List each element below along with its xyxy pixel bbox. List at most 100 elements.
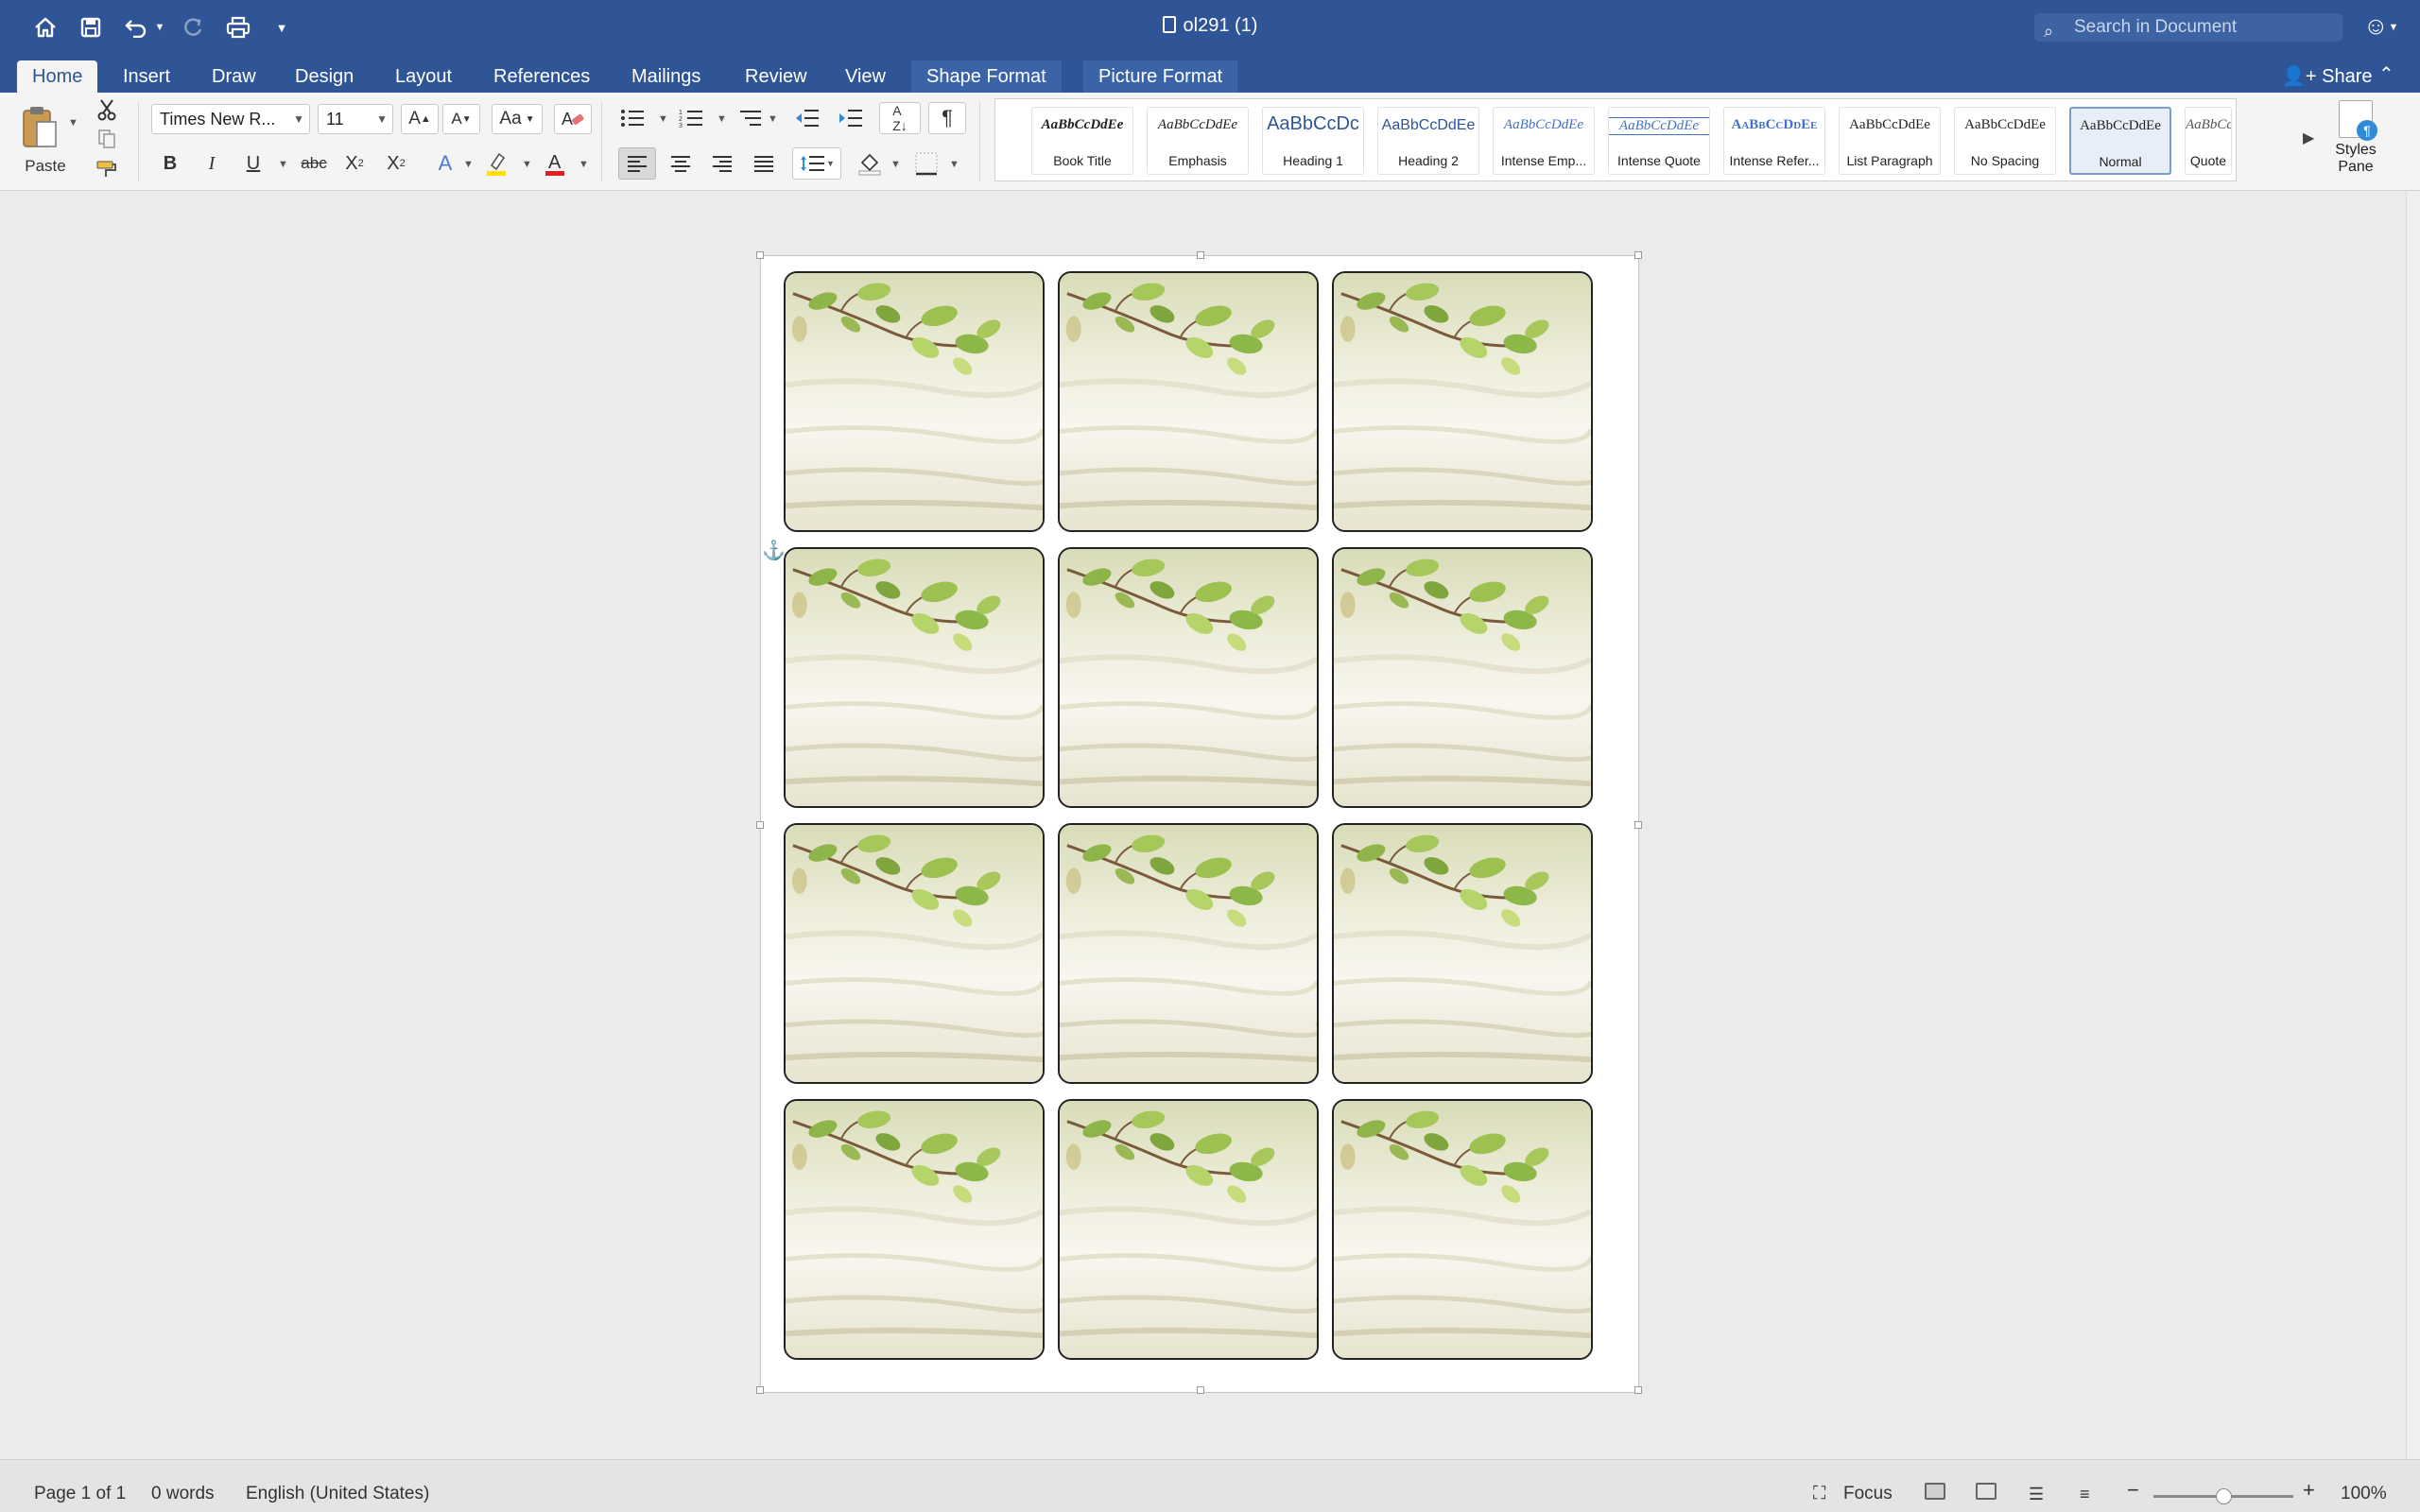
shading-dropdown-icon[interactable]: ▼: [890, 159, 901, 170]
word-count[interactable]: 0 words: [151, 1485, 215, 1503]
resize-handle[interactable]: [756, 251, 764, 259]
focus-label[interactable]: Focus: [1843, 1485, 1893, 1503]
label-cell[interactable]: [1332, 1099, 1593, 1360]
style-no-spacing[interactable]: AaBbCcDdEe No Spacing: [1954, 107, 2056, 175]
style-heading-1[interactable]: AaBbCcDc Heading 1: [1262, 107, 1364, 175]
underline-dropdown-icon[interactable]: ▼: [278, 159, 288, 170]
style-intense-reference[interactable]: AaBbCcDdEe Intense Refer...: [1723, 107, 1825, 175]
change-case-icon[interactable]: Aa ▼: [492, 104, 543, 134]
zoom-slider-thumb[interactable]: [2216, 1488, 2232, 1504]
style-normal[interactable]: AaBbCcDdEe Normal: [2069, 107, 2171, 175]
document-page[interactable]: [756, 251, 1642, 1394]
resize-handle[interactable]: [1634, 251, 1642, 259]
label-cell[interactable]: [1058, 547, 1319, 808]
tab-insert[interactable]: Insert: [108, 60, 185, 93]
tab-layout[interactable]: Layout: [380, 60, 467, 93]
numbering-dropdown-icon[interactable]: ▼: [717, 113, 727, 125]
search-input[interactable]: ⌕ Search in Document: [2034, 13, 2342, 42]
strikethrough-button[interactable]: abc: [295, 147, 333, 180]
text-effects-dropdown-icon[interactable]: ▼: [463, 159, 474, 170]
bold-button[interactable]: B: [155, 147, 185, 180]
highlight-icon[interactable]: [480, 147, 512, 180]
paste-icon[interactable]: [17, 100, 60, 153]
superscript-button[interactable]: X2: [380, 147, 412, 180]
tab-review[interactable]: Review: [730, 60, 822, 93]
resize-handle[interactable]: [1634, 1386, 1642, 1394]
underline-button[interactable]: U: [238, 147, 268, 180]
style-intense-emphasis[interactable]: AaBbCcDdEe Intense Emp...: [1493, 107, 1595, 175]
tab-mailings[interactable]: Mailings: [616, 60, 716, 93]
label-cell[interactable]: [784, 271, 1045, 532]
line-spacing-icon[interactable]: ▼: [792, 147, 841, 180]
label-cell[interactable]: [784, 823, 1045, 1084]
styles-pane-button[interactable]: ¶ Styles Pane: [2327, 100, 2384, 176]
clear-formatting-icon[interactable]: A: [554, 104, 592, 134]
borders-icon[interactable]: [909, 147, 943, 180]
copy-icon[interactable]: [93, 127, 121, 151]
italic-button[interactable]: I: [197, 147, 227, 180]
align-left-button[interactable]: [618, 147, 656, 180]
paste-dropdown-icon[interactable]: ▼: [68, 117, 78, 129]
zoom-out-icon[interactable]: −: [2127, 1480, 2139, 1501]
font-color-dropdown-icon[interactable]: ▼: [579, 159, 589, 170]
web-layout-icon[interactable]: [1976, 1483, 1996, 1500]
collapse-ribbon-icon[interactable]: ⌃: [2378, 62, 2394, 86]
gallery-next-icon[interactable]: ▶: [2303, 129, 2314, 147]
page-count[interactable]: Page 1 of 1: [34, 1485, 126, 1503]
subscript-button[interactable]: X2: [338, 147, 371, 180]
font-name-dropdown[interactable]: Times New R... ▼: [151, 104, 310, 134]
label-cell[interactable]: [784, 547, 1045, 808]
shading-icon[interactable]: [853, 147, 887, 180]
zoom-slider[interactable]: [2153, 1488, 2293, 1504]
style-quote[interactable]: AaBbCcDdEe Quote: [2185, 107, 2232, 175]
style-list-paragraph[interactable]: AaBbCcDdEe List Paragraph: [1839, 107, 1941, 175]
label-cell[interactable]: [1332, 823, 1593, 1084]
resize-handle[interactable]: [1197, 251, 1204, 259]
highlight-dropdown-icon[interactable]: ▼: [522, 159, 532, 170]
label-cell[interactable]: [1058, 823, 1319, 1084]
style-intense-quote[interactable]: AaBbCcDdEe Intense Quote: [1608, 107, 1710, 175]
vertical-scrollbar[interactable]: [2406, 191, 2420, 1459]
tab-shape-format[interactable]: Shape Format: [911, 60, 1062, 93]
resize-handle[interactable]: [1197, 1386, 1204, 1394]
shrink-font-icon[interactable]: A ▼: [442, 104, 480, 134]
format-painter-icon[interactable]: [93, 157, 121, 181]
align-right-button[interactable]: [703, 147, 741, 180]
tab-home[interactable]: Home: [17, 60, 98, 93]
text-effects-icon[interactable]: A: [429, 147, 461, 180]
label-cell[interactable]: [1058, 271, 1319, 532]
bullets-dropdown-icon[interactable]: ▼: [658, 113, 668, 125]
resize-handle[interactable]: [756, 1386, 764, 1394]
tab-picture-format[interactable]: Picture Format: [1083, 60, 1238, 93]
tab-design[interactable]: Design: [280, 60, 369, 93]
resize-handle[interactable]: [756, 821, 764, 829]
align-center-button[interactable]: [662, 147, 700, 180]
font-size-dropdown[interactable]: 11 ▼: [318, 104, 393, 134]
numbering-icon[interactable]: 123: [675, 104, 707, 132]
multilevel-dropdown-icon[interactable]: ▼: [768, 113, 778, 125]
grow-font-icon[interactable]: A ▲: [401, 104, 439, 134]
font-color-icon[interactable]: A: [539, 147, 571, 180]
decrease-indent-icon[interactable]: [788, 104, 824, 132]
label-cell[interactable]: [1058, 1099, 1319, 1360]
draft-view-icon[interactable]: ≡: [2080, 1485, 2090, 1503]
increase-indent-icon[interactable]: [832, 104, 868, 132]
sort-icon[interactable]: A Z↓: [879, 102, 921, 134]
share-button[interactable]: 👤+ Share: [2282, 60, 2373, 93]
resize-handle[interactable]: [1634, 821, 1642, 829]
cut-icon[interactable]: [93, 96, 121, 123]
outline-view-icon[interactable]: ☰: [2029, 1485, 2044, 1503]
style-heading-2[interactable]: AaBbCcDdEe Heading 2: [1377, 107, 1479, 175]
language-status[interactable]: English (United States): [246, 1485, 429, 1503]
style-book-title[interactable]: AaBbCcDdEe Book Title: [1031, 107, 1133, 175]
multilevel-list-icon[interactable]: [734, 104, 766, 132]
label-cell[interactable]: [1332, 547, 1593, 808]
print-layout-icon[interactable]: [1925, 1483, 1945, 1500]
anchor-icon[interactable]: ⚓: [762, 539, 786, 562]
zoom-level[interactable]: 100%: [2341, 1485, 2387, 1503]
label-cell[interactable]: [1332, 271, 1593, 532]
zoom-in-icon[interactable]: +: [2303, 1480, 2315, 1501]
tab-references[interactable]: References: [478, 60, 605, 93]
tab-view[interactable]: View: [830, 60, 901, 93]
style-emphasis[interactable]: AaBbCcDdEe Emphasis: [1147, 107, 1249, 175]
